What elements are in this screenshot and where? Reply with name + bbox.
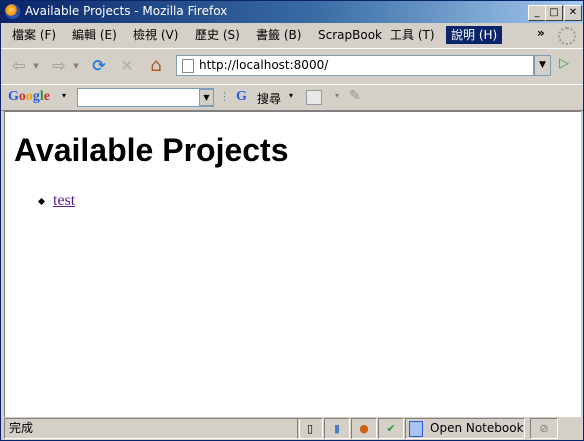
menu-bookmarks[interactable]: 書籤 (B)	[251, 26, 306, 44]
site-search-dropdown-icon[interactable]: ▾	[335, 91, 339, 100]
menu-scrapbook[interactable]: ScrapBook	[313, 26, 387, 44]
google-search-button[interactable]: 搜尋	[257, 90, 281, 107]
go-icon[interactable]: ▷	[556, 56, 572, 72]
title-bar[interactable]: Available Projects - Mozilla Firefox _ □…	[1, 1, 583, 23]
google-logo-letter: o	[25, 89, 33, 104]
page-title: Available Projects	[14, 132, 289, 168]
menu-file[interactable]: 檔案 (F)	[7, 26, 61, 44]
google-toolbar: Google ▾ ▼ ⋮ G 搜尋 ▾ ▾ ✎	[1, 84, 583, 111]
project-link[interactable]: test	[53, 192, 75, 209]
menu-history[interactable]: 歷史 (S)	[190, 26, 245, 44]
status-bar: 完成 ▯ ▮ ● ✔ Open Notebook ⊘	[1, 417, 583, 440]
page-info-icon[interactable]: ▯	[297, 418, 323, 439]
google-logo-letter: g	[32, 89, 40, 104]
google-logo-letter: G	[8, 89, 19, 104]
stop-icon[interactable]: ✕	[117, 57, 137, 75]
close-button[interactable]: ✕	[564, 5, 582, 21]
url-input[interactable]	[199, 57, 519, 73]
navigation-toolbar: ⇦ ▼ ⇨ ▼ ⟳ ✕ ⌂ ▼ ▷	[1, 48, 583, 84]
menu-overflow-chevron[interactable]: »	[537, 26, 545, 40]
back-dropdown-icon[interactable]: ▼	[31, 57, 41, 75]
reload-icon[interactable]: ⟳	[89, 57, 109, 75]
activity-throbber-icon	[558, 27, 576, 45]
google-menu-dropdown-icon[interactable]: ▾	[62, 91, 66, 100]
menu-help[interactable]: 說明 (H)	[446, 26, 503, 44]
maximize-button[interactable]: □	[545, 5, 563, 21]
site-search-icon[interactable]	[306, 90, 322, 105]
menu-bar: 檔案 (F) 編輯 (E) 檢視 (V) 歷史 (S) 書籤 (B) Scrap…	[1, 23, 583, 47]
firefox-extension-icon[interactable]: ●	[351, 418, 377, 439]
browser-window: Available Projects - Mozilla Firefox _ □…	[0, 0, 584, 441]
list-item: test	[35, 192, 75, 210]
google-search-history-dropdown[interactable]: ▼	[199, 89, 214, 106]
project-list: test	[35, 192, 75, 210]
google-logo-letter: o	[18, 89, 26, 104]
sidebar-toggle-icon[interactable]: ▮	[324, 418, 350, 439]
toolbar-grip-icon: ⋮	[219, 90, 230, 103]
menu-edit[interactable]: 編輯 (E)	[67, 26, 122, 44]
google-logo-letter: e	[43, 89, 50, 104]
url-history-dropdown[interactable]: ▼	[534, 55, 551, 76]
page-content: Available Projects test	[4, 111, 581, 417]
forward-icon[interactable]: ⇨	[49, 57, 69, 75]
open-notebook-button[interactable]: Open Notebook	[405, 418, 525, 439]
google-g-icon: G	[236, 89, 247, 104]
menu-tools[interactable]: 工具 (T)	[385, 26, 440, 44]
notebook-label: Open Notebook	[430, 421, 524, 435]
google-logo[interactable]: Google	[8, 89, 50, 105]
url-bar[interactable]	[176, 55, 534, 76]
check-ok-icon[interactable]: ✔	[378, 418, 404, 439]
google-search-input[interactable]	[78, 89, 200, 104]
google-search-box[interactable]	[77, 88, 214, 107]
menu-view[interactable]: 檢視 (V)	[128, 26, 183, 44]
firefox-logo-icon	[5, 4, 20, 19]
notebook-icon	[409, 421, 423, 437]
forward-dropdown-icon[interactable]: ▼	[71, 57, 81, 75]
minimize-button[interactable]: _	[528, 5, 546, 21]
adblock-disabled-icon[interactable]: ⊘	[530, 418, 558, 439]
google-search-options-icon[interactable]: ▾	[289, 91, 293, 100]
back-icon[interactable]: ⇦	[9, 57, 29, 75]
highlighter-pen-icon[interactable]: ✎	[349, 88, 361, 104]
home-icon[interactable]: ⌂	[146, 57, 166, 75]
window-title: Available Projects - Mozilla Firefox	[25, 4, 228, 18]
page-icon	[182, 59, 194, 73]
status-text: 完成	[4, 418, 300, 439]
